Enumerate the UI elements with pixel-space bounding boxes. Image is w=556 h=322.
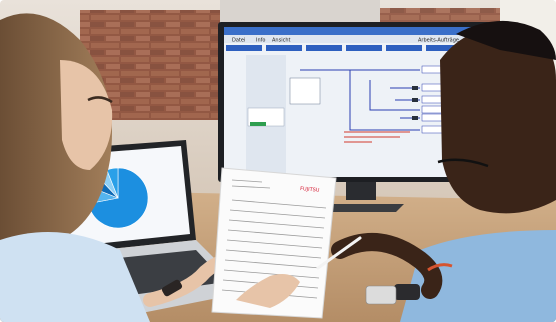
man-watch: [394, 284, 420, 300]
monitor-info-box: [289, 77, 321, 105]
document: FUJITSU: [211, 167, 337, 319]
monitor-titlebar: [224, 27, 490, 35]
menu-item-2: Info: [256, 38, 265, 44]
monitor-stand: [346, 182, 376, 200]
menu-item-3: Ansicht: [272, 38, 291, 44]
scene-illustration: Datei Info Ansicht Arbeits-Aufträge FUJI…: [0, 0, 556, 322]
smartphone: [365, 285, 397, 305]
photo-scene: Datei Info Ansicht Arbeits-Aufträge FUJI…: [0, 0, 556, 322]
menu-item-1: Datei: [232, 38, 245, 44]
monitor-status-text: Arbeits-Aufträge: [418, 38, 459, 44]
